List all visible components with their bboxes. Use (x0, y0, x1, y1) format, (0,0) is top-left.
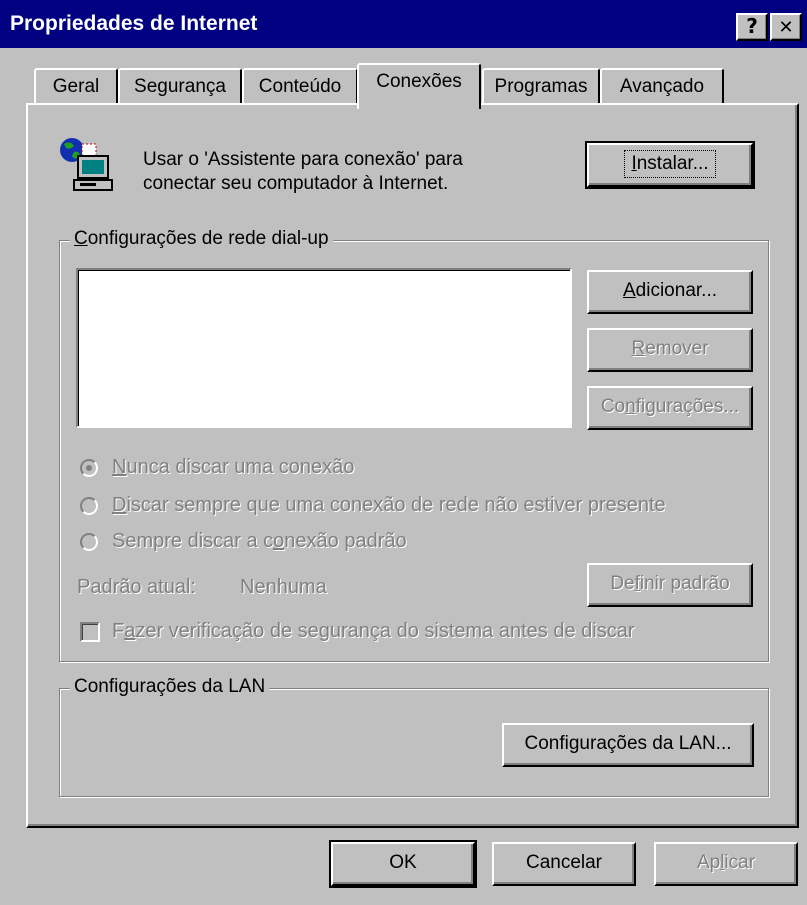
dialup-connections-list[interactable] (76, 268, 572, 428)
radio-button[interactable] (80, 496, 98, 515)
tab-label: Conteúdo (258, 76, 342, 97)
apply-button[interactable]: Aplicar (654, 842, 798, 886)
lan-settings-label: Configurações da LAN... (524, 733, 732, 754)
tab-avancado[interactable]: Avançado (600, 68, 724, 105)
security-checkbox[interactable] (80, 621, 100, 642)
apply-label: Aplicar (696, 852, 756, 873)
set-default-button[interactable]: Definir padrão (587, 563, 753, 607)
ok-label: OK (389, 852, 417, 873)
tab-label: Geral (52, 76, 100, 97)
radio-never-label: Nunca discar uma conexão (112, 456, 355, 478)
radio-never-dial[interactable]: Nunca discar uma conexão (80, 456, 354, 479)
current-default-label: Padrão atual: (77, 576, 196, 598)
wizard-line-1: Usar o 'Assistente para conexão' para (143, 149, 463, 170)
security-check-label: Fazer verificação de segurança do sistem… (112, 620, 635, 642)
set-default-label: Definir padrão (610, 573, 730, 594)
tab-label: Segurança (134, 76, 226, 97)
close-icon: ✕ (778, 17, 794, 38)
radio-button[interactable] (80, 458, 98, 477)
install-label: Instalar... (624, 150, 716, 178)
install-button[interactable]: Instalar... (585, 141, 755, 189)
security-check-option[interactable]: Fazer verificação de segurança do sistem… (80, 620, 635, 643)
current-default-value: Nenhuma (240, 576, 327, 598)
lan-group-title: Configurações da LAN (70, 677, 270, 697)
radio-whenever-label: Discar sempre que uma conexão de rede nã… (112, 494, 666, 516)
cancel-label: Cancelar (525, 852, 603, 873)
remove-label: Remover (631, 338, 709, 359)
radio-button[interactable] (80, 532, 98, 551)
tab-label: Avançado (619, 76, 705, 97)
help-icon: ? (746, 14, 758, 38)
title-bar[interactable]: Propriedades de Internet ? ✕ (0, 0, 807, 50)
add-button[interactable]: Adicionar... (587, 270, 753, 314)
close-button[interactable]: ✕ (770, 13, 802, 41)
tab-conexoes[interactable]: Conexões (357, 63, 481, 109)
connection-wizard-icon (56, 136, 120, 196)
dialup-group-title: Configurações de rede dial-up (70, 229, 333, 249)
wizard-description: Usar o 'Assistente para conexão' para co… (143, 148, 463, 196)
tab-programas[interactable]: Programas (482, 68, 600, 105)
tab-seguranca[interactable]: Segurança (118, 68, 242, 105)
settings-button[interactable]: Configurações... (587, 386, 753, 430)
tab-geral[interactable]: Geral (34, 68, 118, 105)
tab-label: Programas (494, 76, 588, 97)
lan-settings-button[interactable]: Configurações da LAN... (502, 723, 754, 767)
tab-conteudo[interactable]: Conteúdo (242, 68, 358, 105)
tab-label: Conexões (376, 71, 462, 92)
help-button[interactable]: ? (736, 13, 768, 41)
settings-label: Configurações... (600, 396, 740, 417)
window-title: Propriedades de Internet (10, 12, 258, 35)
radio-always-label: Sempre discar a conexão padrão (112, 530, 407, 552)
ok-button[interactable]: OK (329, 840, 477, 888)
add-label: Adicionar... (622, 280, 717, 301)
radio-always-dial[interactable]: Sempre discar a conexão padrão (80, 530, 407, 553)
cancel-button[interactable]: Cancelar (492, 842, 636, 886)
radio-dial-whenever[interactable]: Discar sempre que uma conexão de rede nã… (80, 494, 666, 517)
wizard-line-2: conectar seu computador à Internet. (143, 173, 449, 194)
remove-button[interactable]: Remover (587, 328, 753, 372)
